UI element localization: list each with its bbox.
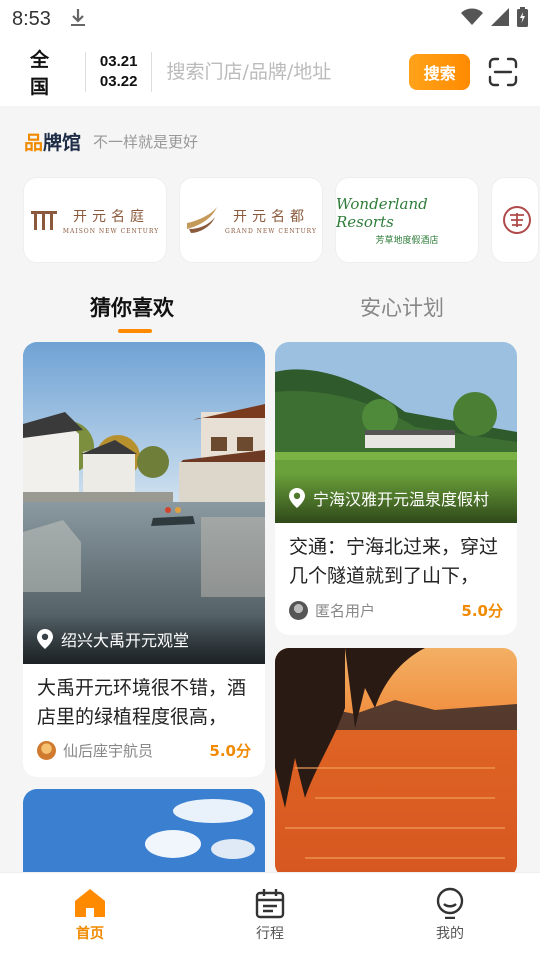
tab-safe-plan[interactable]: 安心计划 (360, 292, 444, 322)
calendar-icon (255, 889, 285, 919)
maison-logo-icon (30, 211, 57, 230)
check-out-date: 03.22 (99, 73, 138, 90)
card-photo-sunset-lake (275, 648, 517, 878)
brand-name-en: MAISON NEW CENTURY (62, 227, 160, 235)
brand-section-header: 品牌馆 不一样就是更好 (24, 128, 198, 155)
check-in-date: 03.21 (99, 53, 138, 70)
bottom-navigation: 首页 行程 我的 (0, 872, 540, 960)
brand-carousel[interactable]: 开元名庭 MAISON NEW CENTURY 开元名都 GRAND NEW C… (23, 177, 539, 263)
location-overlay: 绍兴大禹开元观堂 (23, 614, 265, 664)
brand-slogan: 不一样就是更好 (93, 133, 199, 151)
profile-icon (436, 887, 464, 919)
card-photo-resort-lawn: 宁海汉雅开元温泉度假村 (275, 342, 517, 523)
brand-name-en: GRAND NEW CENTURY (225, 227, 317, 235)
feed-card[interactable] (275, 648, 517, 878)
search-button[interactable]: 搜索 (409, 54, 470, 90)
brand-seal-icon (503, 206, 531, 234)
nav-home[interactable]: 首页 (0, 873, 180, 960)
brand-card-maison[interactable]: 开元名庭 MAISON NEW CENTURY (23, 177, 167, 263)
brand-card-grand[interactable]: 开元名都 GRAND NEW CENTURY (179, 177, 323, 263)
location-pin-icon (37, 629, 53, 649)
feed-tabs: 猜你喜欢 安心计划 (0, 292, 540, 336)
download-icon (69, 7, 87, 31)
date-selector[interactable]: 03.21 03.22 (84, 52, 153, 92)
location-pin-icon (289, 488, 305, 508)
card-photo-canal-town: 绍兴大禹开元观堂 (23, 342, 265, 664)
card-description: 大禹开元环境很不错，酒店里的绿植程度很高， (37, 677, 247, 728)
feed-card[interactable]: 绍兴大禹开元观堂 大禹开元环境很不错，酒店里的绿植程度很高， 仙后座宇航员 5.… (23, 342, 265, 777)
card-description: 交通：宁海北过来，穿过几个隧道就到了山下， (289, 536, 499, 587)
card-score: 5.0分 (209, 742, 251, 760)
status-bar: 8:53 (0, 0, 540, 38)
brand-name-cn: 开元名庭 (73, 208, 149, 225)
avatar (37, 741, 56, 760)
avatar (289, 601, 308, 620)
tab-recommend[interactable]: 猜你喜欢 (90, 292, 174, 322)
signal-icon (491, 8, 509, 30)
brand-name-en: Wonderland Resorts (336, 194, 428, 231)
active-tab-indicator (118, 329, 152, 333)
location-overlay: 宁海汉雅开元温泉度假村 (275, 473, 517, 523)
card-meta: 匿名用户 5.0分 (289, 600, 503, 621)
nav-label: 首页 (76, 926, 104, 942)
nav-label: 我的 (436, 926, 464, 942)
nav-profile[interactable]: 我的 (360, 873, 540, 960)
brand-card-partial[interactable] (491, 177, 539, 263)
scan-icon[interactable] (488, 56, 518, 88)
card-meta: 仙后座宇航员 5.0分 (37, 740, 251, 761)
card-location: 宁海汉雅开元温泉度假村 (313, 490, 490, 509)
wifi-icon (461, 8, 483, 30)
card-username: 仙后座宇航员 (63, 742, 154, 760)
card-score: 5.0分 (461, 602, 503, 620)
search-header: 全国 03.21 03.22 搜索 (0, 38, 540, 106)
card-location: 绍兴大禹开元观堂 (61, 631, 190, 650)
brand-hall-logo: 品牌馆 (24, 132, 82, 154)
search-input[interactable] (166, 61, 410, 83)
card-username: 匿名用户 (315, 602, 376, 620)
brand-card-wonderland[interactable]: Wonderland Resorts 芳草地度假酒店 (335, 177, 479, 263)
battery-icon (517, 7, 528, 31)
nav-trips[interactable]: 行程 (180, 873, 360, 960)
brand-name-cn: 芳草地度假酒店 (375, 235, 439, 246)
city-selector[interactable]: 全国 (30, 45, 65, 99)
nav-label: 行程 (256, 926, 284, 942)
brand-name-cn: 开元名都 (232, 208, 309, 225)
status-time: 8:53 (12, 7, 51, 30)
feed-card[interactable]: 宁海汉雅开元温泉度假村 交通：宁海北过来，穿过几个隧道就到了山下， 匿名用户 5… (275, 342, 517, 635)
grand-logo-icon (187, 207, 218, 233)
home-icon (75, 889, 105, 917)
